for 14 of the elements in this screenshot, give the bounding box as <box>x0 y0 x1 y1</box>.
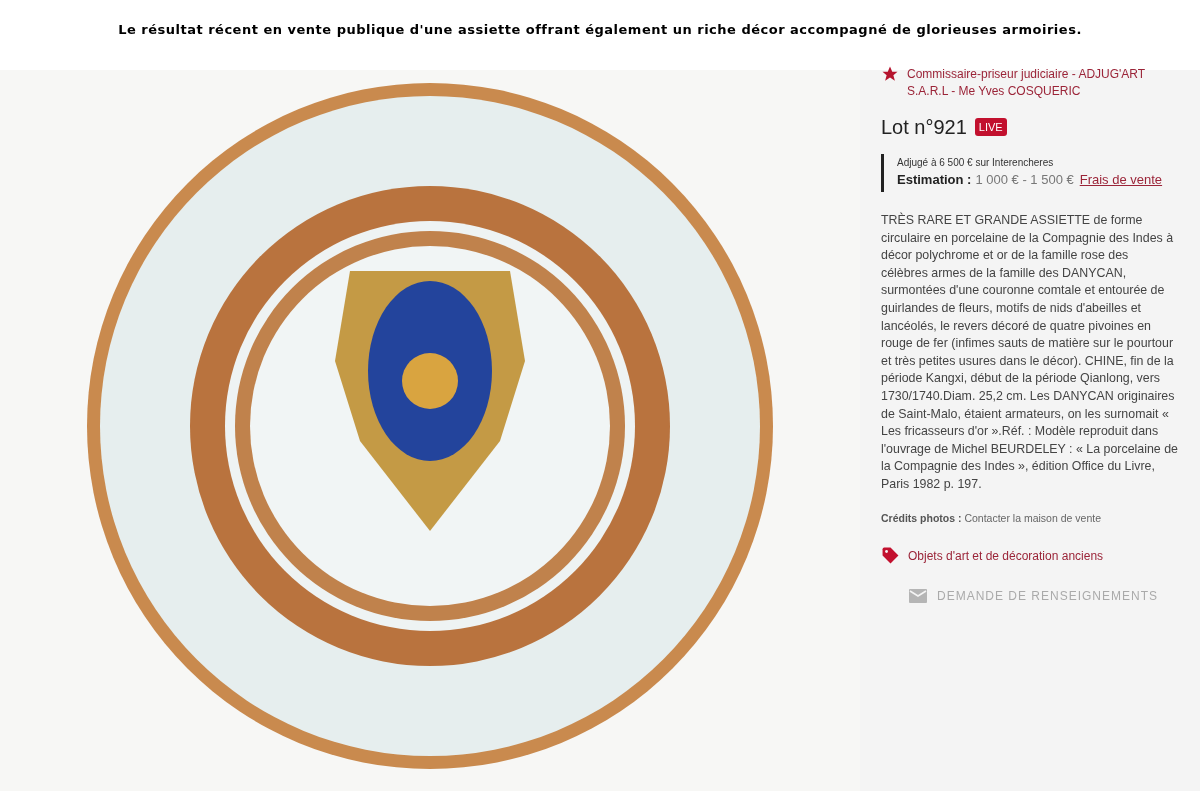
sale-result: Adjugé à 6 500 € sur Interencheres <box>897 156 1055 170</box>
envelope-icon <box>909 589 927 604</box>
estimation-label: Estimation : <box>897 171 972 189</box>
live-badge: LIVE <box>974 117 1007 137</box>
tag-icon <box>881 546 900 566</box>
photo-credits: Crédits photos : Contacter la maison de vente <box>881 510 1102 526</box>
star-icon <box>881 65 899 83</box>
category-link[interactable]: Objets d'art et de décoration anciens <box>908 546 1104 565</box>
lot-title: Lot n°921 <box>881 115 967 140</box>
estimation-value: 1 000 € - 1 500 € <box>975 171 1074 189</box>
fees-link[interactable]: Frais de vente <box>1079 170 1163 190</box>
lot-description: TRÈS RARE ET GRANDE ASSIETTE de forme circulaire en porcelaine de la Compagnie des Indes à décor polychrome et or de la famille rose des célèbres armes de la famille des DANYCAN, surmontées d'une couronne comtale et entourée de guirlandes de fleurs, motifs de nids d'abeilles et lancéolés, le revers décoré de quatre pivoines en rouge de fer (infimes sauts de matière sur le pourtour et très petites usures dans le décor). CHINE, fin de la période Kangxi, début de la période Qianlong, vers 1730/1740.Diam. 25,2 cm. Les DANYCAN originaires de Saint-Malo, étaient armateurs, on les surnomait « Les fricasseurs d'or ».Réf. : Modèle reproduit dans l'ouvrage de Michel BEURDELEY : « La porcelaine de la Compagnie des Indes », édition Office du Livre, Paris 1982 p. 197. <box>881 212 1179 493</box>
caption: Le résultat récent en vente publique d'une assiette offrant également un riche décor accompagné de glorieuses armoiries. <box>118 21 1082 39</box>
auctioneer-link[interactable]: Commissaire-priseur judiciaire - ADJUG'ART S.A.R.L - Me Yves COSQUERIC <box>907 66 1186 100</box>
